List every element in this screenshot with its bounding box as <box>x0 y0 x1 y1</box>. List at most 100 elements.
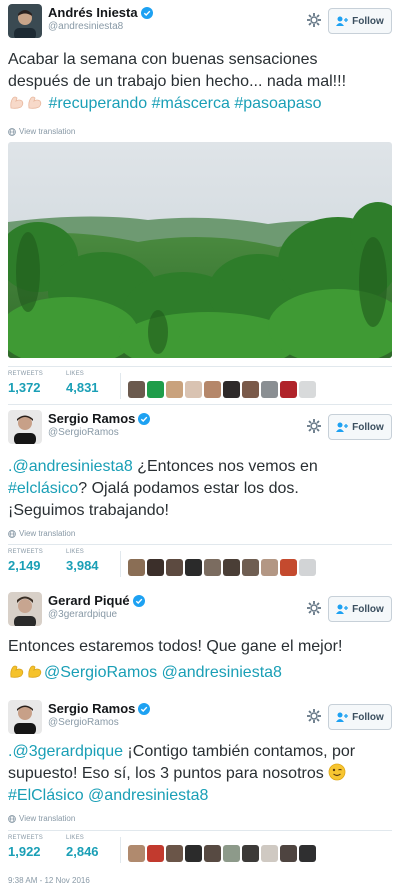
tweet-photo[interactable] <box>8 142 392 358</box>
avatar[interactable] <box>223 559 240 576</box>
tweet-header: Andrés Iniesta @andresiniesta8 Follow <box>8 4 392 44</box>
likes-stat[interactable]: LIKES 3,984 <box>66 549 99 573</box>
avatar[interactable] <box>280 845 297 862</box>
avatar[interactable] <box>280 381 297 398</box>
retweets-count: 1,372 <box>8 380 41 395</box>
likes-count: 4,831 <box>66 380 99 395</box>
avatar[interactable] <box>128 381 145 398</box>
avatar[interactable] <box>8 4 42 38</box>
divider <box>8 544 392 545</box>
retweets-stat[interactable]: RETWEETS 1,372 <box>8 371 43 395</box>
retweets-stat[interactable]: RETWEETS 2,149 <box>8 549 43 573</box>
avatar[interactable] <box>223 381 240 398</box>
mention-link[interactable]: @andresiniesta8 <box>88 787 208 804</box>
follow-button[interactable]: Follow <box>328 414 392 440</box>
follow-button[interactable]: Follow <box>328 596 392 622</box>
add-user-icon <box>336 604 349 614</box>
add-user-icon <box>336 16 349 26</box>
avatar[interactable] <box>166 845 183 862</box>
avatar[interactable] <box>299 559 316 576</box>
globe-icon <box>8 814 16 823</box>
stats-separator <box>120 373 121 399</box>
tweet-text: .@3gerardpique ¡Contigo también contamos… <box>8 741 394 807</box>
tweet-timestamp[interactable]: 9:38 AM - 12 Nov 2016 <box>8 876 90 885</box>
avatar[interactable] <box>166 559 183 576</box>
liker-avatars <box>128 559 316 576</box>
avatar[interactable] <box>223 845 240 862</box>
winking-face-icon <box>328 763 346 781</box>
author-handle[interactable]: @SergioRamos <box>48 717 119 728</box>
tweet-header: Gerard Piqué @3gerardpique Follow <box>8 592 392 632</box>
avatar[interactable] <box>8 592 42 626</box>
likes-label: LIKES <box>66 549 85 555</box>
avatar[interactable] <box>166 381 183 398</box>
gear-icon[interactable] <box>306 418 322 434</box>
avatar[interactable] <box>242 381 259 398</box>
author-name[interactable]: Sergio Ramos <box>48 411 151 426</box>
likes-label: LIKES <box>66 371 85 377</box>
tweet-pique: Gerard Piqué @3gerardpique Follow Entonc… <box>0 592 400 692</box>
view-translation-link[interactable]: View translation <box>8 127 75 136</box>
avatar[interactable] <box>261 845 278 862</box>
likes-stat[interactable]: LIKES 2,846 <box>66 835 99 859</box>
hashtag-link[interactable]: #recuperando #máscerca #pasoapaso <box>48 95 321 112</box>
tweet-text-fragment: supuesto! Eso sí, los 3 puntos para noso… <box>8 765 324 782</box>
avatar[interactable] <box>147 845 164 862</box>
tweet-text-line: #recuperando #máscerca #pasoapaso <box>8 93 394 115</box>
hashtag-link[interactable]: #elclásico <box>8 480 78 497</box>
avatar[interactable] <box>204 559 221 576</box>
mention-link[interactable]: .@3gerardpique <box>8 743 123 760</box>
author-name[interactable]: Gerard Piqué <box>48 593 145 608</box>
likes-label: LIKES <box>66 835 85 841</box>
avatar[interactable] <box>242 559 259 576</box>
author-name-text: Sergio Ramos <box>48 411 136 426</box>
avatar[interactable] <box>299 381 316 398</box>
divider <box>8 366 392 367</box>
avatar[interactable] <box>128 559 145 576</box>
avatar[interactable] <box>185 381 202 398</box>
avatar[interactable] <box>128 845 145 862</box>
author-handle[interactable]: @andresiniesta8 <box>48 21 123 32</box>
mention-link[interactable]: .@andresiniesta8 <box>8 458 133 475</box>
retweets-label: RETWEETS <box>8 549 43 555</box>
divider <box>8 830 392 831</box>
tweet-header: Sergio Ramos @SergioRamos Follow <box>8 410 392 450</box>
globe-icon <box>8 529 16 538</box>
tweet-text-line: .@3gerardpique ¡Contigo también contamos… <box>8 741 394 763</box>
verified-badge-icon <box>140 6 153 19</box>
author-handle[interactable]: @SergioRamos <box>48 427 119 438</box>
avatar[interactable] <box>147 559 164 576</box>
avatar[interactable] <box>280 559 297 576</box>
follow-button[interactable]: Follow <box>328 704 392 730</box>
author-name[interactable]: Andrés Iniesta <box>48 5 153 20</box>
avatar[interactable] <box>299 845 316 862</box>
retweets-stat[interactable]: RETWEETS 1,922 <box>8 835 43 859</box>
follow-button[interactable]: Follow <box>328 8 392 34</box>
stats-separator <box>120 551 121 577</box>
gear-icon[interactable] <box>306 600 322 616</box>
author-name-text: Gerard Piqué <box>48 593 130 608</box>
gear-icon[interactable] <box>306 12 322 28</box>
gear-icon[interactable] <box>306 708 322 724</box>
mention-link[interactable]: @SergioRamos @andresiniesta8 <box>44 664 282 681</box>
avatar[interactable] <box>204 845 221 862</box>
avatar[interactable] <box>261 559 278 576</box>
author-name[interactable]: Sergio Ramos <box>48 701 151 716</box>
view-translation-link[interactable]: View translation <box>8 529 75 538</box>
view-translation-link[interactable]: View translation <box>8 814 75 823</box>
tweet-text: Acabar la semana con buenas sensaciones … <box>8 49 394 115</box>
avatar[interactable] <box>204 381 221 398</box>
avatar[interactable] <box>8 700 42 734</box>
likes-stat[interactable]: LIKES 4,831 <box>66 371 99 395</box>
avatar[interactable] <box>242 845 259 862</box>
view-translation-label: View translation <box>19 814 76 823</box>
tweet-text-line: Entonces estaremos todos! Que gane el me… <box>8 638 343 655</box>
tweet-text: Entonces estaremos todos! Que gane el me… <box>8 636 394 684</box>
avatar[interactable] <box>261 381 278 398</box>
author-handle[interactable]: @3gerardpique <box>48 609 117 620</box>
avatar[interactable] <box>185 845 202 862</box>
avatar[interactable] <box>147 381 164 398</box>
avatar[interactable] <box>185 559 202 576</box>
avatar[interactable] <box>8 410 42 444</box>
hashtag-link[interactable]: #ElClásico <box>8 787 84 804</box>
